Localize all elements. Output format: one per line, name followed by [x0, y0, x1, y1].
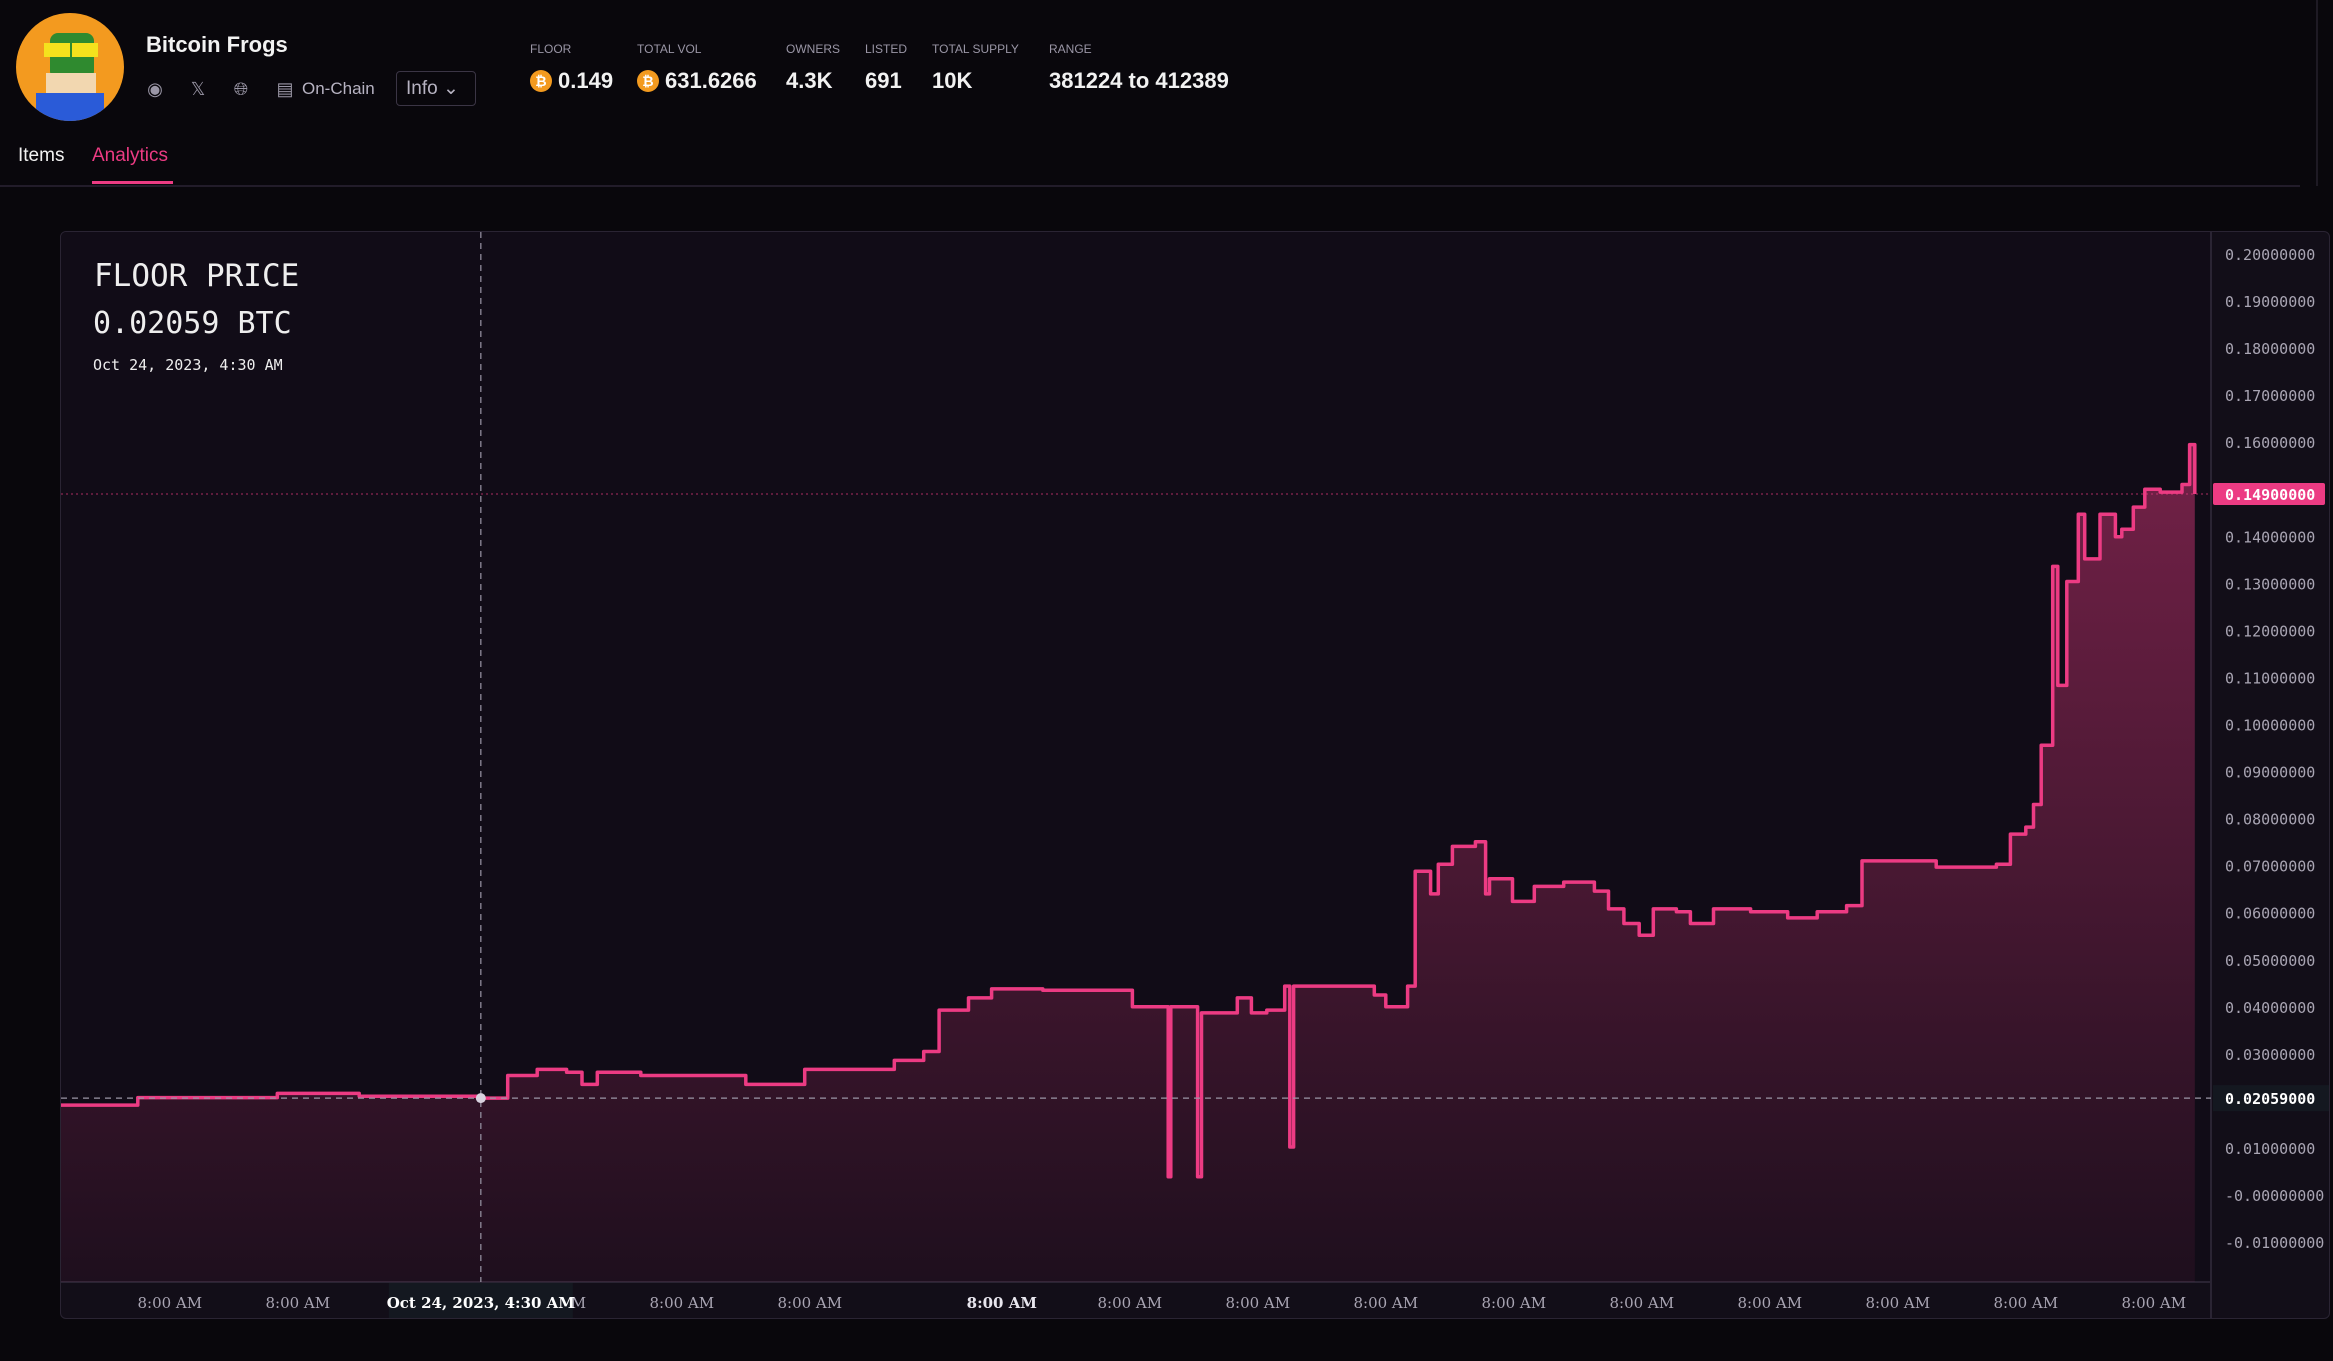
- on-chain-label[interactable]: On-Chain: [302, 79, 375, 99]
- tab-items[interactable]: Items: [18, 145, 64, 167]
- x-tick-label: 8:00 AM: [967, 1294, 1037, 1312]
- y-tick-label: 0.04000000: [2225, 999, 2315, 1017]
- tabs-divider: [0, 185, 2300, 187]
- stat-value-total-vol: ₿ 631.6266: [637, 68, 757, 94]
- y-tick-label: 0.06000000: [2225, 905, 2315, 923]
- crosshair-y-label: 0.02059000: [2225, 1090, 2315, 1108]
- stat-value-range: 381224 to 412389: [1049, 68, 1229, 93]
- y-tick-label: 0.03000000: [2225, 1046, 2315, 1064]
- stat-value-floor: ₿ 0.149: [530, 68, 613, 94]
- total-vol-value: 631.6266: [665, 68, 757, 93]
- stat-label-total-vol: TOTAL VOL: [637, 42, 702, 56]
- floor-price-chart-panel[interactable]: 0.20000000 0.19000000 0.18000000 0.17000000…: [60, 231, 2330, 1319]
- y-tick-label: 0.13000000: [2225, 575, 2315, 593]
- y-tick-label: 0.11000000: [2225, 669, 2315, 687]
- stat-label-total-supply: TOTAL SUPPLY: [932, 42, 1019, 56]
- x-tick-label: 8:00 AM: [1481, 1294, 1546, 1312]
- stat-value-owners: 4.3K: [786, 68, 833, 93]
- x-tick-label: 8:00 AM: [1865, 1294, 1930, 1312]
- x-tick-label: 8:00 AM: [649, 1294, 714, 1312]
- scrollbar-track[interactable]: [2316, 0, 2318, 186]
- lock-icon: ▤: [276, 79, 294, 99]
- tooltip-title: FLOOR PRICE: [94, 258, 300, 294]
- stat-value-listed: 691: [865, 68, 902, 93]
- y-tick-label: 0.05000000: [2225, 952, 2315, 970]
- x-tick-label: 8:00 AM: [137, 1294, 202, 1312]
- globe-icon[interactable]: 🌐︎: [230, 78, 252, 100]
- y-tick-label: 0.17000000: [2225, 387, 2315, 405]
- collection-name: Bitcoin Frogs: [146, 32, 288, 57]
- x-tick-label: 8:00 AM: [265, 1294, 330, 1312]
- tooltip-date: Oct 24, 2023, 4:30 AM: [93, 356, 283, 374]
- discord-icon[interactable]: ◉: [144, 78, 166, 100]
- y-tick-label: 0.08000000: [2225, 811, 2315, 829]
- y-tick-label: -0.00000000: [2225, 1187, 2324, 1205]
- x-tick-label: 8:00 AM: [1225, 1294, 1290, 1312]
- crosshair-point: [475, 1093, 486, 1104]
- info-dropdown[interactable]: Info ⌄: [396, 71, 476, 106]
- y-tick-label: 0.16000000: [2225, 434, 2315, 452]
- bitcoin-icon: ₿: [530, 70, 552, 92]
- y-tick-label: 0.12000000: [2225, 622, 2315, 640]
- stat-label-listed: LISTED: [865, 42, 908, 56]
- tooltip-value: 0.02059 BTC: [93, 306, 292, 341]
- chevron-down-icon: ⌄: [442, 78, 459, 99]
- y-tick-label: 0.18000000: [2225, 340, 2315, 358]
- x-tick-label: 8:00 AM: [1609, 1294, 1674, 1312]
- crosshair-x-label: Oct 24, 2023, 4:30 AM: [387, 1294, 575, 1312]
- collection-avatar: [16, 13, 124, 121]
- info-label: Info: [406, 78, 438, 99]
- x-tick-label: 8:00 AM: [777, 1294, 842, 1312]
- bitcoin-icon: ₿: [637, 70, 659, 92]
- x-tick-label: 8:00 AM: [1097, 1294, 1162, 1312]
- tab-analytics[interactable]: Analytics: [92, 145, 168, 167]
- x-tick-label: 8:00 AM: [2121, 1294, 2186, 1312]
- active-tab-indicator: [92, 181, 173, 184]
- x-tick-label: 8:00 AM: [1993, 1294, 2058, 1312]
- x-tick-label: 8:00 AM: [1353, 1294, 1418, 1312]
- x-twitter-icon[interactable]: 𝕏: [187, 78, 209, 100]
- floor-price-chart[interactable]: 0.20000000 0.19000000 0.18000000 0.17000000…: [61, 232, 2330, 1319]
- y-tick-label: 0.09000000: [2225, 764, 2315, 782]
- y-tick-label: 0.01000000: [2225, 1140, 2315, 1158]
- stat-label-floor: FLOOR: [530, 42, 572, 56]
- last-price-label: 0.14900000: [2225, 486, 2315, 504]
- floor-value: 0.149: [558, 68, 614, 93]
- y-tick-label: 0.14000000: [2225, 528, 2315, 546]
- y-tick-label: -0.01000000: [2225, 1234, 2324, 1252]
- stat-value-total-supply: 10K: [932, 68, 973, 93]
- stat-label-range: RANGE: [1049, 42, 1092, 56]
- y-tick-label: 0.07000000: [2225, 858, 2315, 876]
- stat-label-owners: OWNERS: [786, 42, 840, 56]
- y-tick-label: 0.20000000: [2225, 246, 2315, 264]
- x-tick-label: 8:00 AM: [1737, 1294, 1802, 1312]
- y-tick-label: 0.10000000: [2225, 717, 2315, 735]
- y-tick-label: 0.19000000: [2225, 293, 2315, 311]
